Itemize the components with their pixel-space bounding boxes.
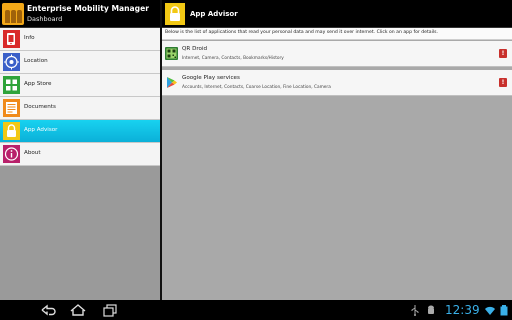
sidebar-item-about[interactable]: About [0,143,160,166]
app-card-google-play-services[interactable]: Google Play services Accounts, Internet,… [162,70,512,96]
sidebar-item-location[interactable]: Location [0,51,160,74]
battery-icon [498,304,510,316]
lock-icon [165,3,185,25]
warning-icon: ! [499,49,507,58]
app-logo-icon [2,3,24,25]
recent-apps-button[interactable] [100,302,120,318]
app-name: QR Droid [182,46,208,52]
home-button[interactable] [68,302,88,318]
page-title: App Advisor [190,10,238,18]
app-subtitle: Dashboard [27,15,63,23]
sidebar-item-documents[interactable]: Documents [0,97,160,120]
documents-icon [3,99,20,117]
main-content: Below is the list of applications that r… [162,28,512,300]
app-permissions: Internet, Camera, Contacts, Bookmarks/Hi… [182,56,284,61]
wifi-icon [484,304,496,316]
lock-icon [3,122,20,140]
android-debug-icon [425,304,437,316]
back-button[interactable] [38,302,58,318]
about-icon [3,145,20,163]
sidebar-item-label: Location [24,58,48,64]
sidebar-item-app-store[interactable]: App Store [0,74,160,97]
clock: 12:39 [445,303,480,317]
qr-droid-icon [165,47,178,60]
sidebar-item-label: About [24,150,41,156]
app-name: Google Play services [182,75,240,81]
sidebar-item-label: Info [24,35,35,41]
info-device-icon [3,30,20,48]
warning-icon: ! [499,78,507,87]
sidebar-item-label: Documents [24,104,56,110]
description-text: Below is the list of applications that r… [162,28,512,40]
app-title: Enterprise Mobility Manager [27,4,150,13]
play-services-icon [165,76,178,89]
app-permissions: Accounts, Internet, Contacts, Coarse Loc… [182,85,331,90]
sidebar-item-app-advisor[interactable]: App Advisor [0,120,160,143]
sidebar-item-label: App Store [24,81,52,87]
sidebar-item-info[interactable]: Info [0,28,160,51]
app-header: Enterprise Mobility Manager Dashboard [0,0,160,28]
sidebar-item-label: App Advisor [24,127,58,133]
location-icon [3,53,20,71]
system-bar: 12:39 [0,300,512,320]
app-card-qr-droid[interactable]: QR Droid Internet, Camera, Contacts, Boo… [162,41,512,67]
sidebar: Info Location App Store Documents App Ad… [0,28,160,300]
page-header: App Advisor [162,0,512,28]
app-store-icon [3,76,20,94]
usb-icon [409,304,421,316]
